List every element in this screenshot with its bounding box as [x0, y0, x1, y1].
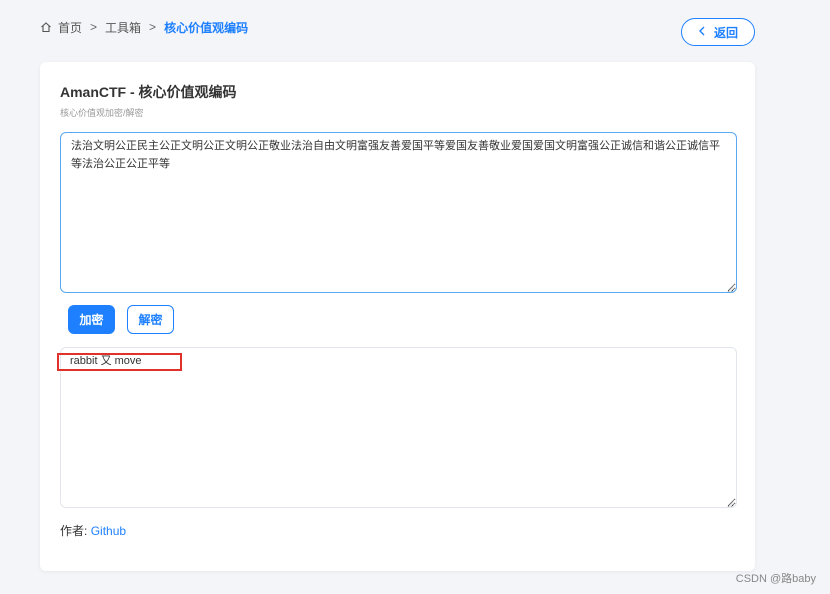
breadcrumb-current: 核心价值观编码 [164, 20, 249, 35]
breadcrumb: 首页 > 工具箱 > 核心价值观编码 [40, 18, 248, 36]
breadcrumb-home[interactable]: 首页 [58, 19, 82, 36]
decrypt-button[interactable]: 解密 [127, 305, 174, 334]
breadcrumb-separator: > [149, 20, 157, 34]
encrypt-button[interactable]: 加密 [68, 305, 115, 334]
highlight-annotation [57, 353, 182, 371]
input-text: 法治文明公正民主公正文明公正文明公正敬业法治自由文明富强友善爱国平等爱国友善敬业… [71, 139, 720, 170]
back-button[interactable]: 返回 [681, 18, 755, 46]
tool-card: AmanCTF - 核心价值观编码 核心价值观加密/解密 法治文明公正民主公正文… [40, 62, 755, 571]
chevron-left-icon [698, 25, 706, 39]
github-link[interactable]: Github [91, 524, 126, 538]
resize-handle-icon[interactable] [726, 497, 734, 507]
page-title: AmanCTF - 核心价值观编码 [60, 84, 237, 100]
author-line: 作者: Github [60, 522, 126, 539]
output-textarea[interactable] [60, 347, 737, 508]
action-buttons: 加密 解密 [68, 305, 174, 334]
breadcrumb-toolbox[interactable]: 工具箱 [105, 19, 141, 36]
home-icon[interactable] [40, 21, 52, 33]
resize-handle-icon[interactable] [726, 282, 734, 292]
input-textarea[interactable]: 法治文明公正民主公正文明公正文明公正敬业法治自由文明富强友善爱国平等爱国友善敬业… [60, 132, 737, 293]
breadcrumb-separator: > [90, 20, 98, 34]
author-label: 作者: [60, 524, 88, 538]
page-subtitle: 核心价值观加密/解密 [60, 108, 144, 118]
watermark: CSDN @路baby [735, 573, 816, 585]
back-button-label: 返回 [713, 25, 738, 40]
